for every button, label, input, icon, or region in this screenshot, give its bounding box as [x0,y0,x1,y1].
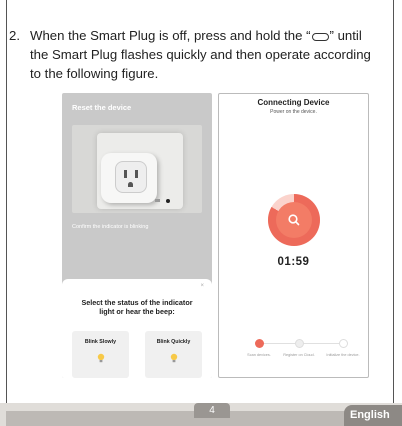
indicator-led [166,199,170,203]
step-register-dot [295,339,304,348]
connecting-device-screen: Connecting Device Power on the device. 0… [218,93,369,378]
blink-slowly-option[interactable]: Blink Slowly [72,331,129,378]
confirm-text: Confirm the indicator is blinking [72,224,149,230]
blink-quickly-option[interactable]: Blink Quickly [145,331,202,378]
search-icon [288,214,300,226]
close-icon[interactable]: × [200,283,204,289]
status-sheet: × Select the status of the indicator lig… [62,279,212,378]
step-label-scan: Scan devices. [247,353,271,357]
connecting-subtitle: Power on the device. [270,109,317,115]
outlet-slot-left [124,170,127,178]
countdown-timer: 01:59 [277,256,310,268]
outlet-slot-right [135,170,138,178]
status-prompt: Select the status of the indicator light… [81,298,193,316]
instruction-line-2: the Smart Plug flashes quickly and then … [30,47,371,62]
smart-plug-photo [72,125,202,213]
power-button-symbol-icon [311,32,329,41]
instruction-text: 2. When the Smart Plug is off, press and… [9,26,388,83]
step-scan-dot [255,339,264,348]
bulb-icon [97,353,105,363]
wall-plate [97,133,183,209]
plug-button [155,199,160,202]
step-label-init: Initialize the device. [326,353,360,357]
instruction-line-1a: When the Smart Plug is off, press and ho… [30,28,311,43]
step-number: 2. [9,28,20,43]
step-init-dot [339,339,348,348]
option-label: Blink Slowly [84,339,117,345]
connecting-title: Connecting Device [257,98,330,107]
reset-device-screen: Reset the device Confirm the indicator i… [62,93,212,378]
option-label: Blink Quickly [156,339,191,345]
step-connector [303,343,339,344]
instruction-line-1b: ” until [329,28,362,43]
page-number: 4 [209,405,215,416]
outlet-ground [128,182,133,187]
smart-plug-body [101,153,157,203]
bulb-icon [170,353,178,363]
outlet-face [115,161,147,193]
step-connector [263,343,295,344]
language-label: English [350,409,390,421]
step-label-register: Register on Cloud. [283,353,315,357]
reset-title: Reset the device [72,103,132,112]
instruction-line-3: to the following figure. [30,66,159,81]
